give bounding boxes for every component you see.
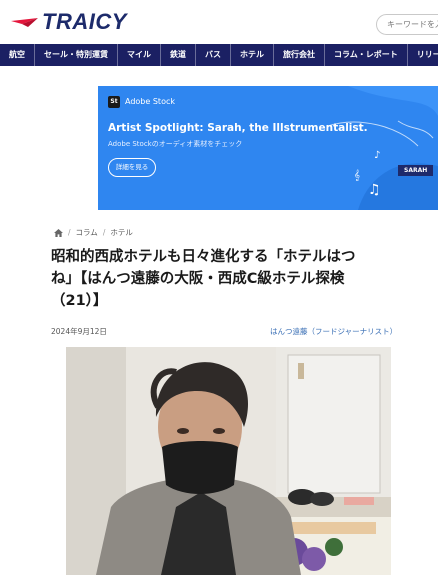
article-date: 2024年9月12日 — [51, 327, 107, 336]
breadcrumb-hotel[interactable]: ホテル — [110, 227, 133, 238]
main-nav: 航空 セール・特別運賃 マイル 鉄道 バス ホテル 旅行会社 コラム・レポート … — [0, 44, 438, 66]
article-photo — [66, 347, 391, 575]
nav-item-sale[interactable]: セール・特別運賃 — [35, 44, 118, 66]
ad-subtitle: Adobe Stockのオーディオ素材をチェック — [108, 140, 243, 148]
breadcrumb-column[interactable]: コラム — [76, 227, 98, 238]
breadcrumb: / コラム / ホテル — [54, 227, 133, 238]
ad-details-button[interactable]: 詳細を見る — [108, 158, 156, 177]
nav-item-release[interactable]: リリース — [408, 44, 438, 66]
logo-mark-icon — [11, 18, 38, 27]
site-header: TRAICY — [0, 0, 438, 44]
nav-item-air[interactable]: 航空 — [0, 44, 35, 66]
nav-item-column[interactable]: コラム・レポート — [325, 44, 408, 66]
svg-text:𝄞: 𝄞 — [354, 169, 360, 181]
ad-banner[interactable]: ♪ 𝄞 ♫ St Adobe Stock Artist Spotlight: S… — [98, 86, 438, 210]
article-author-link[interactable]: はんつ遠藤（フードジャーナリスト） — [270, 326, 397, 337]
article-title-line: （21）】 — [51, 293, 108, 309]
nav-item-rail[interactable]: 鉄道 — [161, 44, 196, 66]
site-logo[interactable]: TRAICY — [10, 9, 127, 35]
nav-item-travel-agency[interactable]: 旅行会社 — [274, 44, 325, 66]
svg-text:♪: ♪ — [374, 150, 380, 161]
article-title-line: 昭和的西成ホテルも日々進化する「ホテルはつ — [51, 249, 356, 265]
nav-item-hotel[interactable]: ホテル — [231, 44, 274, 66]
breadcrumb-separator: / — [68, 228, 71, 237]
nav-item-bus[interactable]: バス — [196, 44, 231, 66]
logo-text: TRAICY — [42, 9, 127, 34]
ad-name-tag: SARAH — [398, 165, 434, 176]
adobe-stock-icon: St — [108, 96, 120, 108]
ad-brand: Adobe Stock — [125, 97, 175, 106]
svg-text:♫: ♫ — [368, 182, 381, 198]
article-title: 昭和的西成ホテルも日々進化する「ホテルはつ ね」【はんつ遠藤の大阪・西成C級ホテ… — [51, 246, 401, 312]
ad-title: Artist Spotlight: Sarah, the Illstrument… — [108, 122, 368, 134]
breadcrumb-separator: / — [102, 228, 106, 237]
nav-item-mile[interactable]: マイル — [118, 44, 161, 66]
home-icon[interactable] — [54, 228, 63, 237]
article-title-line: ね」【はんつ遠藤の大阪・西成C級ホテル探検 — [51, 271, 345, 287]
search-input[interactable] — [376, 14, 438, 35]
